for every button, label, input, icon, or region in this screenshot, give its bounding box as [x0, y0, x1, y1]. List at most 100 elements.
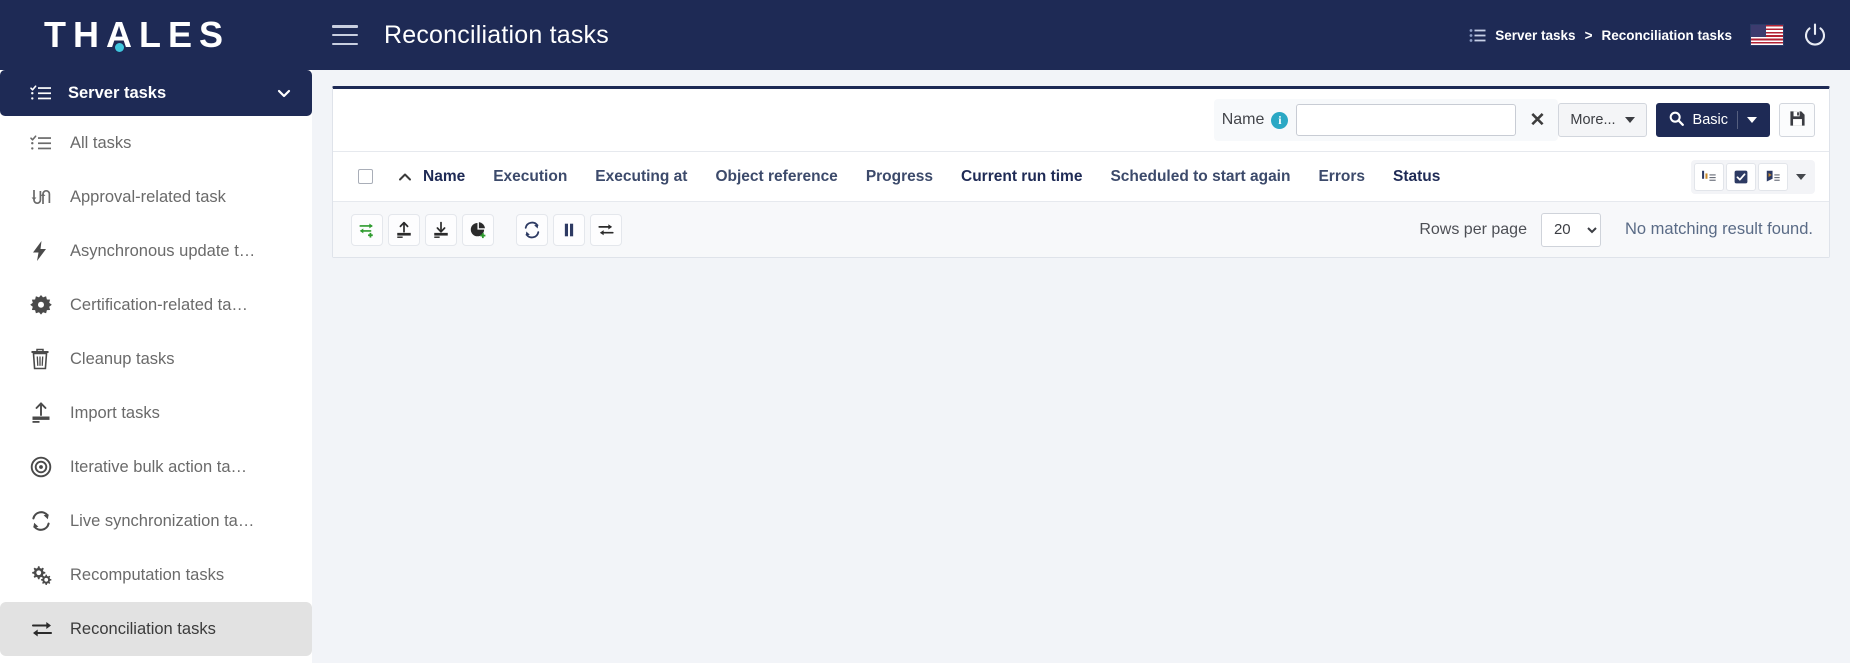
sidebar-item-label: Live synchronization ta…: [70, 511, 255, 530]
button-divider: [1737, 111, 1738, 129]
floppy-save-icon: [1789, 110, 1806, 130]
add-report-icon[interactable]: [462, 213, 494, 246]
chevron-down-icon[interactable]: [276, 85, 292, 101]
pagination-group: Rows per page 102050100 No matching resu…: [1419, 212, 1813, 247]
table-tools-caret-down-icon[interactable]: [1790, 163, 1812, 191]
content-area: Server tasks All tasks Approval-related …: [0, 70, 1850, 663]
exchange-arrows-icon: [30, 619, 56, 639]
basic-search-label: Basic: [1692, 112, 1728, 128]
export-download-icon[interactable]: [425, 213, 457, 246]
sync-icon: [30, 510, 56, 532]
target-icon: [30, 456, 56, 478]
list-icon: [1469, 28, 1486, 43]
sidebar-item-label: Import tasks: [70, 403, 160, 422]
logo-accent-dot: [115, 43, 124, 52]
search-bar: Name i ✕ More... Basic: [333, 89, 1829, 151]
search-field-group: Name i ✕: [1213, 99, 1559, 141]
breadcrumb-current: Reconciliation tasks: [1601, 27, 1732, 43]
magnifier-icon: [1669, 111, 1684, 130]
sidebar-item-approval-related-task[interactable]: Approval-related task: [0, 170, 312, 224]
column-header-name[interactable]: Name: [423, 168, 465, 186]
pause-icon[interactable]: [553, 213, 585, 246]
lightning-bolt-icon: [30, 240, 56, 262]
secondary-action-group: [516, 213, 622, 246]
gears-icon: [30, 564, 56, 586]
top-bar-right: Server tasks > Reconciliation tasks: [1469, 22, 1850, 48]
column-header-errors[interactable]: Errors: [1318, 168, 1365, 186]
select-all-checkbox[interactable]: [357, 169, 373, 184]
table-footer-toolbar: Rows per page 102050100 No matching resu…: [333, 201, 1829, 257]
checklist-icon: [30, 134, 56, 152]
save-search-button[interactable]: [1779, 103, 1815, 137]
main-content: Name i ✕ More... Basic Name Execution Ex…: [312, 70, 1850, 663]
table-header-tools: [1691, 159, 1815, 194]
sidebar-item-certification-related-tasks[interactable]: Certification-related ta…: [0, 278, 312, 332]
sidebar-header-label: Server tasks: [68, 83, 167, 102]
thales-logo: TH A LES: [44, 14, 231, 55]
us-flag-icon[interactable]: [1750, 24, 1784, 46]
import-upload-icon[interactable]: [388, 213, 420, 246]
column-header-status[interactable]: Status: [1393, 168, 1440, 186]
exchange-icon[interactable]: [590, 213, 622, 246]
page-config-icon[interactable]: [1758, 162, 1788, 191]
search-name-text: Name: [1221, 111, 1265, 128]
sidebar: Server tasks All tasks Approval-related …: [0, 70, 312, 663]
column-header-progress[interactable]: Progress: [866, 168, 933, 186]
info-icon[interactable]: i: [1271, 111, 1289, 129]
column-header-execution[interactable]: Execution: [493, 168, 567, 186]
column-header-object-reference[interactable]: Object reference: [715, 168, 837, 186]
search-input[interactable]: [1296, 104, 1517, 136]
sidebar-header-server-tasks[interactable]: Server tasks: [0, 70, 312, 116]
hamburger-icon[interactable]: [332, 25, 358, 45]
sidebar-item-cleanup-tasks[interactable]: Cleanup tasks: [0, 332, 312, 386]
tasks-panel: Name i ✕ More... Basic Name Execution Ex…: [332, 86, 1830, 258]
sidebar-item-asynchronous-update-tasks[interactable]: Asynchronous update t…: [0, 224, 312, 278]
breadcrumb-root[interactable]: Server tasks: [1495, 28, 1575, 43]
more-options-label: More...: [1570, 112, 1616, 128]
search-name-label: Name i: [1222, 111, 1289, 129]
upload-icon: [30, 402, 56, 424]
column-header-scheduled-to-start-again[interactable]: Scheduled to start again: [1110, 168, 1290, 186]
sidebar-item-label: Approval-related task: [70, 187, 226, 206]
sidebar-item-iterative-bulk-action-tasks[interactable]: Iterative bulk action ta…: [0, 440, 312, 494]
checkbox-config-icon[interactable]: [1726, 162, 1756, 191]
top-bar: TH A LES Reconciliation tasks Server tasks…: [0, 0, 1850, 70]
sidebar-item-all-tasks[interactable]: All tasks: [0, 116, 312, 170]
primary-action-group: [351, 213, 494, 246]
select-all-cell: [333, 169, 397, 184]
rows-per-page-select[interactable]: 102050100: [1540, 212, 1601, 247]
clear-search-button[interactable]: ✕: [1524, 105, 1550, 135]
sidebar-item-label: Recomputation tasks: [70, 565, 225, 584]
power-icon[interactable]: [1802, 22, 1828, 48]
column-config-icon[interactable]: [1694, 162, 1724, 191]
table-header: Name Execution Executing at Object refer…: [333, 151, 1829, 201]
add-reconciliation-icon[interactable]: [351, 213, 383, 246]
sidebar-item-label: Iterative bulk action ta…: [70, 457, 248, 476]
sidebar-item-recomputation-tasks[interactable]: Recomputation tasks: [0, 548, 312, 602]
logo-zone: TH A LES: [0, 0, 312, 70]
approval-arrows-icon: [30, 187, 56, 207]
sidebar-item-label: All tasks: [70, 133, 132, 152]
sidebar-item-label: Certification-related ta…: [70, 295, 248, 314]
sidebar-item-label: Reconciliation tasks: [70, 619, 216, 638]
sidebar-item-reconciliation-tasks[interactable]: Reconciliation tasks: [0, 602, 312, 656]
page-title: Reconciliation tasks: [384, 20, 609, 49]
chevron-up-icon[interactable]: [397, 169, 413, 185]
caret-down-icon[interactable]: [1747, 117, 1757, 123]
sidebar-item-label: Asynchronous update t…: [70, 241, 256, 260]
sidebar-item-live-synchronization-tasks[interactable]: Live synchronization ta…: [0, 494, 312, 548]
trash-icon: [30, 348, 56, 370]
breadcrumb-separator: >: [1584, 27, 1593, 43]
no-result-message: No matching result found.: [1624, 220, 1813, 238]
caret-down-icon: [1624, 117, 1635, 123]
sidebar-item-label: Cleanup tasks: [70, 349, 175, 368]
certificate-badge-icon: [30, 294, 56, 316]
more-options-button[interactable]: More...: [1558, 103, 1647, 137]
column-header-executing-at[interactable]: Executing at: [595, 168, 687, 186]
refresh-icon[interactable]: [516, 213, 548, 246]
rows-per-page-label: Rows per page: [1419, 220, 1527, 238]
sidebar-item-import-tasks[interactable]: Import tasks: [0, 386, 312, 440]
column-header-current-run-time[interactable]: Current run time: [961, 168, 1082, 186]
basic-search-button[interactable]: Basic: [1655, 103, 1770, 137]
breadcrumb: Server tasks > Reconciliation tasks: [1469, 28, 1732, 43]
